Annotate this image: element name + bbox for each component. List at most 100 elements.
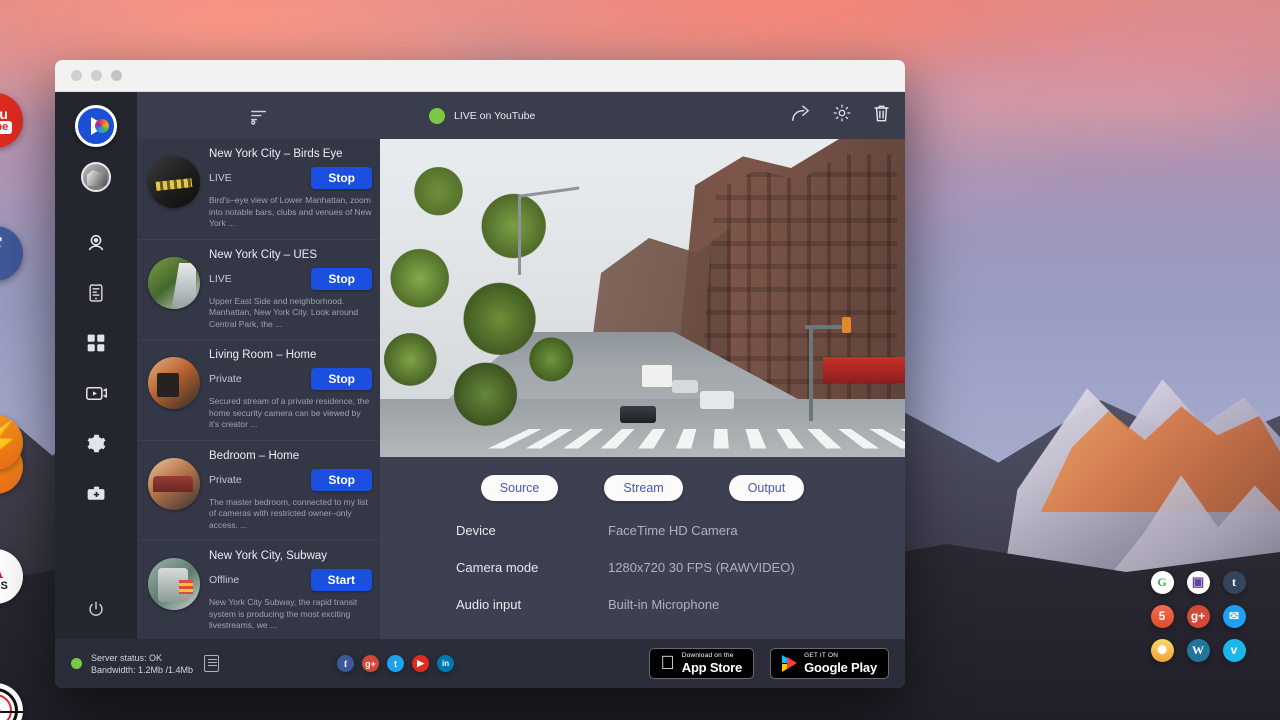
trash-icon[interactable] [872,103,891,129]
sort-icon[interactable] [246,105,272,127]
tumblr-icon[interactable]: t [1223,571,1246,594]
camera-info: Bedroom – Home Private Stop The master b… [209,450,372,532]
video-car [620,406,656,423]
window-titlebar[interactable] [55,60,905,92]
video-car [672,380,698,393]
twitch-icon[interactable]: ▣ [1187,571,1210,594]
camera-list-item[interactable]: Bedroom – Home Private Stop The master b… [137,441,380,542]
tab-stream[interactable]: Stream [604,475,682,501]
google-plus-icon[interactable]: g+ [362,655,379,672]
tab-source[interactable]: Source [481,475,559,501]
camera-title: New York City – UES [209,249,372,261]
wordpress-icon[interactable]: W [1187,639,1210,662]
app-store-badge[interactable]:  Download on the App Store [649,648,755,680]
camera-stop-button[interactable]: Stop [311,469,372,491]
camera-stop-button[interactable]: Stop [311,167,372,189]
vimeo-glyph: v [1231,643,1238,657]
camera-list[interactable]: New York City – Birds Eye LIVE Stop Bird… [137,139,380,639]
camera-start-button[interactable]: Start [311,569,372,591]
camera-stop-button[interactable]: Stop [311,368,372,390]
camera-list-item[interactable]: New York City, Subway Offline Start New … [137,541,380,639]
camera-status-row: Private Stop [209,469,372,491]
google-play-badge[interactable]: GET IT ON Google Play [770,648,889,680]
tumblr-glyph: t [1232,575,1236,590]
camera-description: Secured stream of a private residence, t… [209,396,372,431]
detail-value[interactable]: 1280x720 30 FPS (RAWVIDEO) [608,560,795,575]
camera-list-item[interactable]: Living Room – Home Private Stop Secured … [137,340,380,441]
window-maximize-button[interactable] [91,70,102,81]
detail-label: Audio input [456,597,608,612]
red5-glyph: 5 [0,699,1,720]
avatar[interactable] [81,162,111,192]
detail-value[interactable]: Built-in Microphone [608,597,719,612]
grabyo-icon[interactable]: G [1151,571,1174,594]
google-plus-small-icon[interactable]: g+ [1187,605,1210,628]
window-close-button[interactable] [111,70,122,81]
camera-description: Upper East Side and neighborhood. Manhat… [209,296,372,331]
camera-status-row: LIVE Stop [209,167,372,189]
video-car [700,391,734,409]
live-status-label: LIVE on YouTube [454,110,535,122]
live-indicator-dot [429,108,445,124]
sidebar-item-add-camera[interactable] [75,472,117,514]
main-toolbar: LIVE on YouTube [380,92,905,139]
sidebar-rail [55,92,137,639]
window-body: New York City – Birds Eye LIVE Stop Bird… [55,92,905,639]
twitter-glyph: t [394,659,397,669]
gear-icon[interactable] [832,103,852,128]
detail-row: Device FaceTime HD Camera [456,523,905,538]
cloud [880,70,1260,140]
camera-status-row: LIVE Stop [209,268,372,290]
tab-output[interactable]: Output [729,475,805,501]
video-traffic-pole [809,325,813,421]
mode-tabs: Source Stream Output [380,457,905,511]
app-logo[interactable] [75,105,117,147]
twitter-small-glyph: ✉ [1229,609,1239,623]
camera-thumbnail [148,156,200,208]
app-store-large: App Store [682,661,742,674]
camera-status-row: Private Stop [209,368,372,390]
twitch-glyph: ▣ [1192,574,1204,590]
facebook-icon[interactable]: f [337,655,354,672]
youtube-icon[interactable]: ▶ [412,655,429,672]
video-truck [642,365,672,387]
camera-status-row: Offline Start [209,569,372,591]
camera-title: Bedroom – Home [209,450,372,462]
app-store-small: Download on the [682,653,742,660]
window-minimize-button[interactable] [71,70,82,81]
detail-label: Device [456,523,608,538]
red5-small-icon[interactable]: 5 [1151,605,1174,628]
detail-row: Audio input Built-in Microphone [456,597,905,612]
color-bloom-icon [95,119,109,133]
sidebar-item-dashboard[interactable] [75,322,117,364]
linkedin-icon[interactable]: in [437,655,454,672]
detail-table: Device FaceTime HD Camera Camera mode 12… [380,511,905,634]
vimeo-icon[interactable]: v [1223,639,1246,662]
camera-title: New York City – Birds Eye [209,148,372,160]
video-preview[interactable] [380,139,905,457]
sidebar-item-power[interactable] [87,600,105,623]
bandwidth-text: Bandwidth: 1.2Mb /1.4Mb [91,664,193,676]
flickr-glyph: ✺ [1157,643,1167,657]
main-panel: LIVE on YouTube [380,92,905,639]
camera-list-item[interactable]: New York City – UES LIVE Stop Upper East… [137,240,380,341]
detail-value[interactable]: FaceTime HD Camera [608,523,738,538]
camera-state: Offline [209,574,239,586]
twitter-small-icon[interactable]: ✉ [1223,605,1246,628]
share-icon[interactable] [790,103,812,128]
gplus-glyph: g+ [365,659,376,669]
sidebar-item-cameras[interactable] [75,222,117,264]
sidebar-item-settings[interactable] [75,422,117,464]
camera-stop-button[interactable]: Stop [311,268,372,290]
sidebar-item-devices[interactable] [75,272,117,314]
flickr-icon[interactable]: ✺ [1151,639,1174,662]
google-play-small: GET IT ON [804,653,877,660]
camera-info: New York City – Birds Eye LIVE Stop Bird… [209,148,372,230]
log-icon[interactable] [204,655,219,672]
sidebar-item-recordings[interactable] [75,372,117,414]
twitter-icon[interactable]: t [387,655,404,672]
wordpress-glyph: W [1192,643,1204,658]
camera-list-item[interactable]: New York City – Birds Eye LIVE Stop Bird… [137,139,380,240]
youtube-line1: You [0,108,7,120]
camera-title: Living Room – Home [209,349,372,361]
